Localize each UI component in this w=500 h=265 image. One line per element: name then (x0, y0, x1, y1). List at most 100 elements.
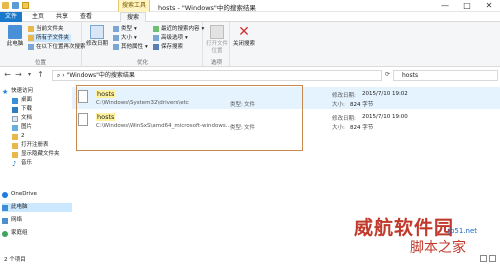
search-results-icon: ⌕ › (57, 72, 67, 79)
ribbon-group-refine: 修改日期 类型 ▾ 大小 ▾ 其他属性 ▾ 最近的搜索内容 ▾ 高级选项 ▾ 保… (83, 22, 204, 67)
new-folder-icon[interactable] (22, 2, 29, 9)
minimize-button[interactable]: — (434, 0, 456, 12)
nav-item-network[interactable]: 网络 (2, 216, 22, 225)
picture-icon (12, 124, 18, 131)
music-icon: ♪ (12, 159, 17, 168)
document-icon (12, 115, 18, 122)
nav-item-music[interactable]: ♪ 音乐 (12, 159, 32, 168)
search-again-icon (28, 44, 34, 50)
address-path: "Windows"中的搜索结果 (66, 72, 135, 79)
folder-icon[interactable] (2, 2, 9, 9)
nav-item-quick-access[interactable]: ★ 快速访问 (2, 87, 33, 96)
tab-file[interactable]: 文件 (0, 12, 22, 22)
cloud-icon (2, 191, 8, 198)
modified-label: 修改日期: (332, 116, 356, 122)
nav-item-this-pc[interactable]: 此电脑 (2, 203, 72, 212)
maximize-button[interactable]: □ (456, 0, 478, 12)
chevron-down-icon: ▾ (185, 35, 188, 41)
properties-icon[interactable] (12, 2, 19, 9)
open-file-location-button[interactable]: 打开文件位置 (205, 25, 229, 54)
refresh-icon[interactable]: ⟳ (383, 70, 392, 80)
nav-item-pictures[interactable]: 图片 (12, 123, 32, 132)
group-label-refine: 优化 (136, 60, 148, 66)
search-tools-contextual-tab: 搜索工具 (118, 0, 150, 12)
watermark: 威航软件园 jb51.net 脚本之家 (330, 205, 500, 256)
chevron-down-icon: ▾ (145, 44, 148, 50)
annotation-highlight-box (76, 85, 303, 151)
nav-item-open-registry[interactable]: 打开注册表 (12, 141, 49, 150)
save-icon (153, 44, 159, 50)
nav-item-folder-2[interactable]: 2 (12, 132, 25, 141)
up-arrow-icon[interactable]: ↑ (36, 70, 45, 80)
folder-icon (12, 151, 18, 158)
download-icon (12, 106, 18, 113)
view-buttons (480, 255, 496, 262)
nav-item-desktop[interactable]: 桌面 (12, 96, 32, 105)
this-pc-button[interactable]: 此电脑 (3, 25, 27, 48)
folder-icon (12, 142, 18, 149)
window-controls: — □ ✕ (434, 0, 500, 12)
kind-icon (113, 26, 119, 32)
ribbon: 此电脑 当前文件夹 所有子文件夹 在以下位置再次搜索 位置 修改日期 类型 ▾ … (0, 22, 500, 67)
ribbon-group-options: 打开文件位置 选项 (204, 22, 230, 67)
watermark-sub-text: 脚本之家 (410, 240, 466, 256)
kind-dropdown[interactable]: 类型 ▾ (113, 25, 137, 33)
folder-icon (28, 26, 34, 32)
close-icon: ✕ (238, 24, 250, 40)
search-query: hosts (402, 72, 419, 79)
watermark-url: jb51.net (448, 227, 478, 235)
size-icon (113, 35, 119, 41)
search-again-in-button[interactable]: 在以下位置再次搜索 (28, 43, 86, 51)
nav-item-show-hidden[interactable]: 显示隐藏文件夹 (12, 150, 60, 159)
ribbon-tabs: 文件 主页 共享 查看 搜索 (0, 12, 500, 22)
tab-home[interactable]: 主页 (26, 12, 50, 22)
address-bar-row: ← → ▾ ↑ ⌕ › "Windows"中的搜索结果 ⟳ hosts (0, 68, 500, 82)
watermark-main-text: 威航软件园 (354, 217, 455, 239)
computer-icon (8, 25, 22, 39)
nav-item-downloads[interactable]: 下载 (12, 105, 32, 114)
size-label: 大小: (332, 102, 345, 108)
group-label-location: 位置 (34, 60, 46, 66)
open-location-icon (210, 25, 224, 39)
desktop-icon (12, 97, 18, 104)
current-folder-button[interactable]: 当前文件夹 (28, 25, 64, 33)
search-input[interactable]: hosts (393, 70, 498, 81)
recent-locations-icon[interactable]: ▾ (25, 70, 34, 80)
nav-item-documents[interactable]: 文档 (12, 114, 32, 123)
close-window-button[interactable]: ✕ (478, 0, 500, 12)
modified-label: 修改日期: (332, 93, 356, 99)
size-value: 824 字节 (350, 102, 374, 108)
save-search-button[interactable]: 保存搜索 (153, 43, 183, 51)
modified-value: 2015/7/10 19:00 (362, 114, 408, 120)
recent-searches-dropdown[interactable]: 最近的搜索内容 ▾ (153, 25, 204, 33)
large-icons-view-icon[interactable] (489, 255, 496, 262)
close-search-button[interactable]: ✕ 关闭搜索 (232, 25, 256, 48)
size-label: 大小: (332, 125, 345, 131)
size-dropdown[interactable]: 大小 ▾ (113, 34, 137, 42)
nav-item-onedrive[interactable]: OneDrive (2, 190, 37, 199)
computer-icon (2, 204, 8, 211)
address-box[interactable]: ⌕ › "Windows"中的搜索结果 (52, 70, 382, 81)
star-icon: ★ (2, 87, 9, 96)
calendar-icon (90, 25, 104, 39)
back-arrow-icon[interactable]: ← (3, 70, 12, 80)
size-value: 824 字节 (350, 125, 374, 131)
tab-view[interactable]: 查看 (74, 12, 98, 22)
tab-search[interactable]: 搜索 (120, 12, 147, 22)
ribbon-group-location: 此电脑 当前文件夹 所有子文件夹 在以下位置再次搜索 位置 (0, 22, 86, 67)
other-properties-dropdown[interactable]: 其他属性 ▾ (113, 43, 148, 51)
forward-arrow-icon[interactable]: → (14, 70, 23, 80)
details-view-icon[interactable] (480, 255, 487, 262)
folder-icon (12, 133, 18, 140)
subfolders-icon (28, 35, 34, 41)
network-icon (2, 217, 8, 224)
chevron-down-icon: ▾ (134, 26, 137, 32)
chevron-down-icon: ▾ (134, 35, 137, 41)
date-modified-button[interactable]: 修改日期 (85, 25, 109, 48)
group-label-options: 选项 (210, 60, 222, 66)
all-subfolders-button[interactable]: 所有子文件夹 (28, 34, 72, 42)
nav-item-homegroup[interactable]: 家庭组 (2, 229, 28, 238)
item-count: 2 个项目 (4, 257, 26, 263)
tab-share[interactable]: 共享 (50, 12, 74, 22)
advanced-options-dropdown[interactable]: 高级选项 ▾ (153, 34, 188, 42)
